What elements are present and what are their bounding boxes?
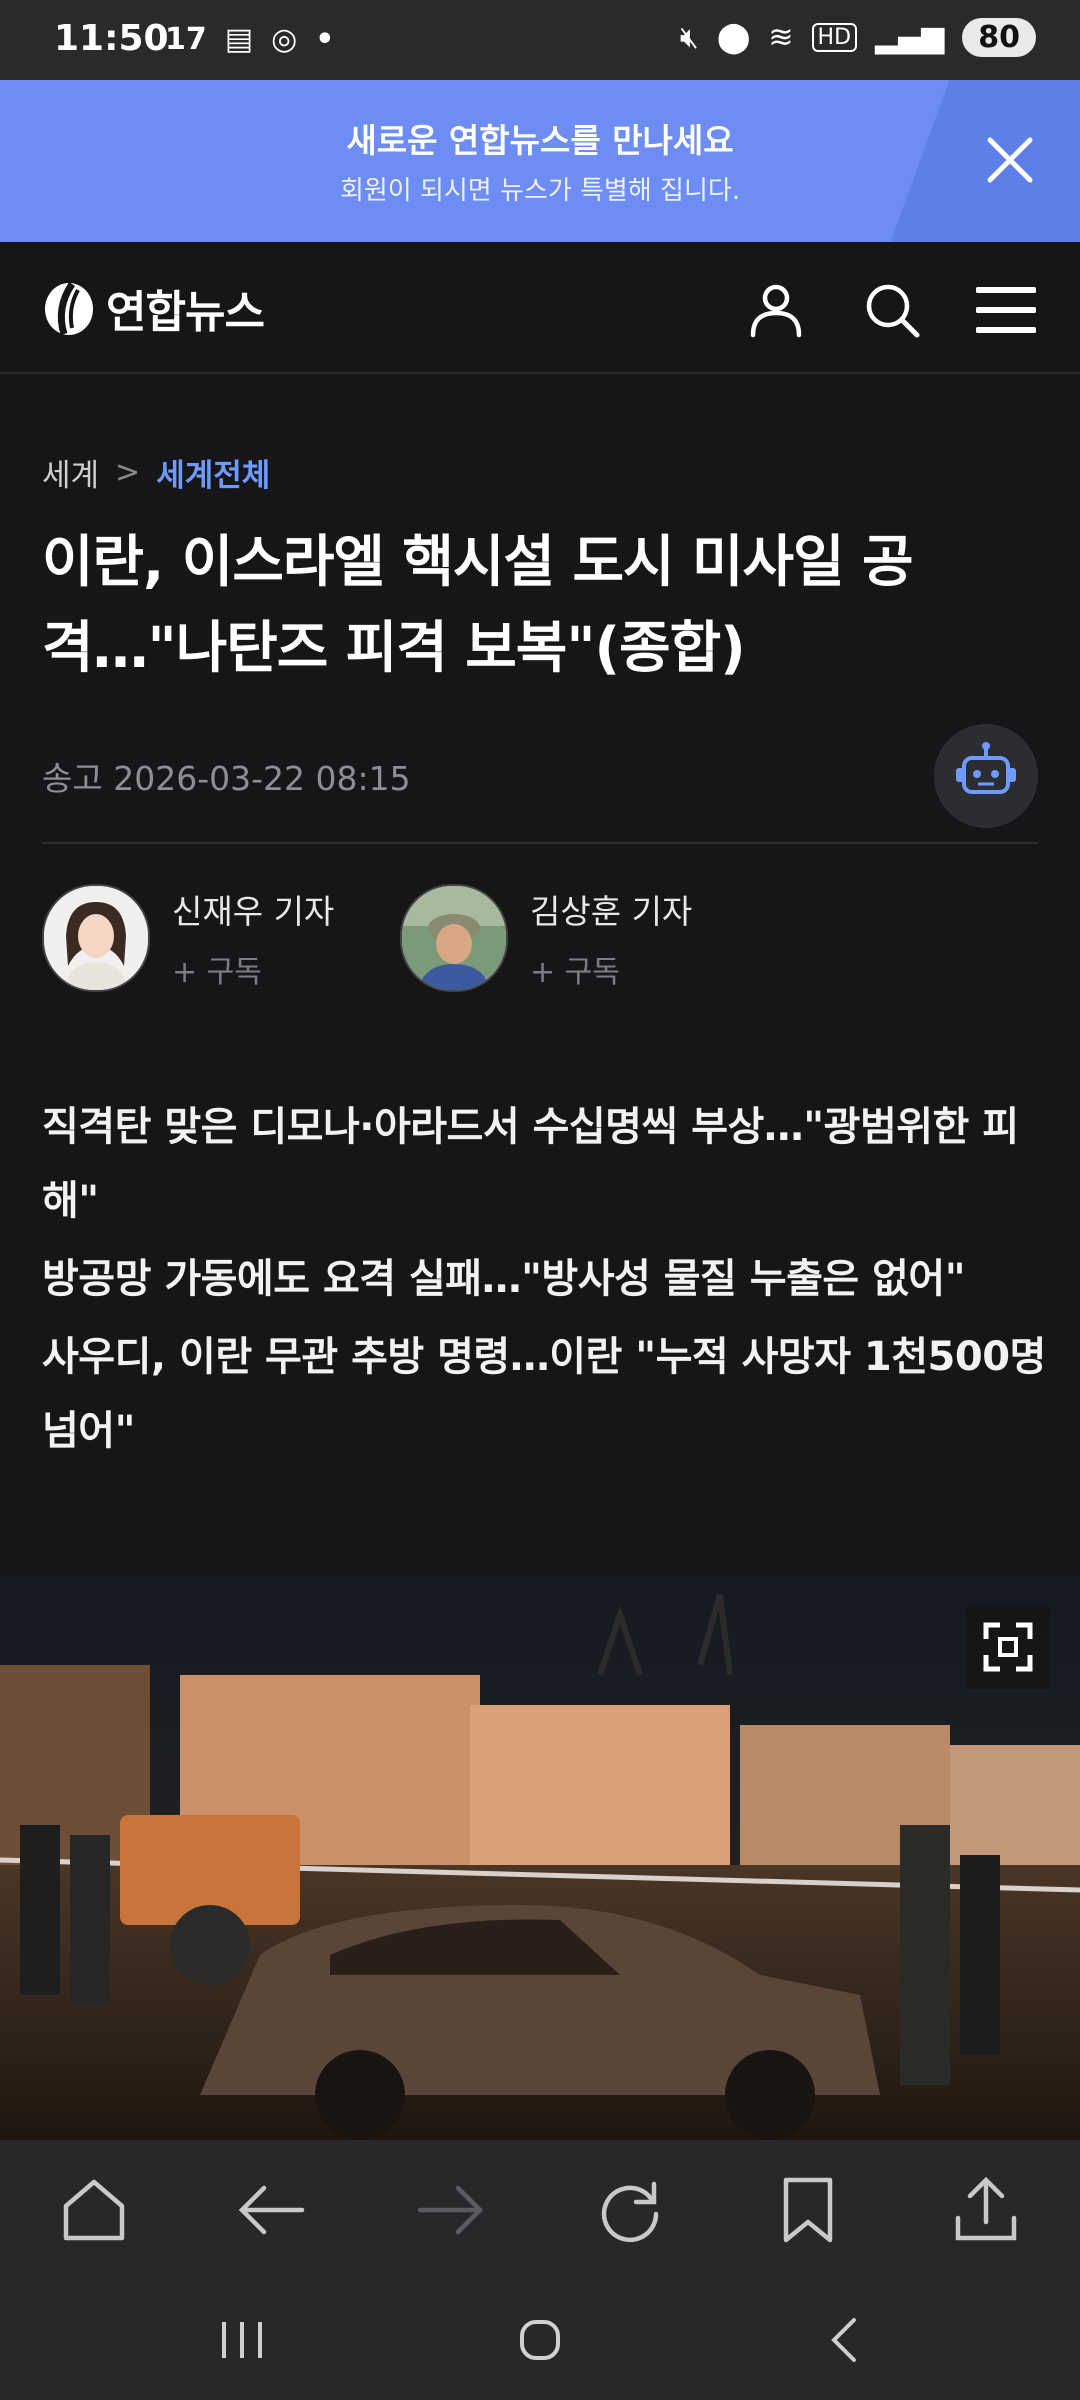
back-arrow-icon[interactable] xyxy=(236,2174,308,2246)
status-extra: 17 xyxy=(165,22,207,57)
article-headline: 이란, 이스라엘 핵시설 도시 미사일 공격…"나탄즈 피격 보복"(종합) xyxy=(42,530,914,681)
logo-mark-icon xyxy=(45,282,93,336)
logo-text: 연합뉴스 xyxy=(106,287,265,338)
signal-icon: ▂▄▆ xyxy=(875,20,945,55)
mute-icon: 🔇︎ xyxy=(679,20,699,55)
avatar xyxy=(42,884,150,992)
reporter-card[interactable]: 김상훈 기자 + 구독 xyxy=(400,884,692,992)
forward-arrow-icon[interactable] xyxy=(414,2174,486,2246)
reporter-name: 신재우 기자 xyxy=(172,892,335,931)
article-summary: 직격탄 맞은 디모나·아라드서 수십명씩 부상…"광범위한 피해" 방공망 가동… xyxy=(42,1090,1052,1472)
summary-line: 사우디, 이란 무관 추방 명령…이란 "누적 사망자 1천500명 넘어" xyxy=(42,1334,1046,1454)
reporter-name: 김상훈 기자 xyxy=(530,892,693,931)
sim-icon: ▤ xyxy=(224,22,254,57)
bookmark-icon[interactable] xyxy=(772,2174,844,2246)
search-icon[interactable] xyxy=(862,280,922,340)
system-nav-bar xyxy=(0,2280,1080,2400)
summary-line: 방공망 가동에도 요격 실패…"방사성 물질 누출은 없어" xyxy=(42,1256,966,1302)
subscribe-link[interactable]: + 구독 xyxy=(530,947,692,991)
article-photo[interactable] xyxy=(0,1575,1080,2140)
banner-subtitle: 회원이 되시면 뉴스가 특별해 집니다. xyxy=(339,176,741,206)
publish-time: 송고 2026-03-22 08:15 xyxy=(42,759,411,798)
promo-banner[interactable]: 새로운 연합뉴스를 만나세요 회원이 되시면 뉴스가 특별해 집니다. xyxy=(0,80,1080,242)
refresh-icon[interactable] xyxy=(594,2174,666,2246)
summary-line: 직격탄 맞은 디모나·아라드서 수십명씩 부상…"광범위한 피해" xyxy=(42,1104,1019,1224)
back-chevron-icon[interactable] xyxy=(814,2308,878,2372)
close-icon[interactable] xyxy=(980,130,1040,190)
dot-icon: • xyxy=(315,22,335,57)
battery-badge: 80 xyxy=(962,18,1036,57)
wifi-icon: ≋ xyxy=(768,20,794,55)
breadcrumb: 세계 > 세계전체 xyxy=(42,450,270,495)
robot-icon xyxy=(956,742,1016,794)
breadcrumb-subsection[interactable]: 세계전체 xyxy=(156,450,270,495)
menu-icon[interactable] xyxy=(976,280,1036,340)
expand-icon[interactable] xyxy=(966,1605,1050,1689)
hd-icon: HD xyxy=(811,23,858,52)
logo[interactable]: 연합뉴스 xyxy=(42,276,265,340)
share-icon[interactable] xyxy=(950,2174,1022,2246)
home-icon[interactable] xyxy=(58,2174,130,2246)
location-icon: ⬤ xyxy=(716,20,751,55)
user-icon[interactable] xyxy=(746,280,806,340)
home-circle-icon[interactable] xyxy=(508,2308,572,2372)
subscribe-link[interactable]: + 구독 xyxy=(172,947,334,991)
divider xyxy=(42,842,1038,844)
breadcrumb-section[interactable]: 세계 xyxy=(42,450,99,495)
avatar xyxy=(400,884,508,992)
status-bar: 11:50 17 ▤ ◎ • 🔇︎ ⬤ ≋ HD ▂▄▆ 80 xyxy=(0,0,1080,80)
banner-title: 새로운 연합뉴스를 만나세요 xyxy=(346,121,734,160)
reporter-card[interactable]: 신재우 기자 + 구독 xyxy=(42,884,334,992)
site-header: 연합뉴스 xyxy=(0,242,1080,374)
chevron-right-icon: > xyxy=(115,455,141,490)
ai-summary-button[interactable] xyxy=(934,724,1038,828)
browser-toolbar xyxy=(0,2140,1080,2280)
at-icon: ◎ xyxy=(271,22,298,57)
photo-scene xyxy=(0,1575,1080,2140)
status-time: 11:50 xyxy=(54,18,169,59)
recent-apps-icon[interactable] xyxy=(210,2308,274,2372)
